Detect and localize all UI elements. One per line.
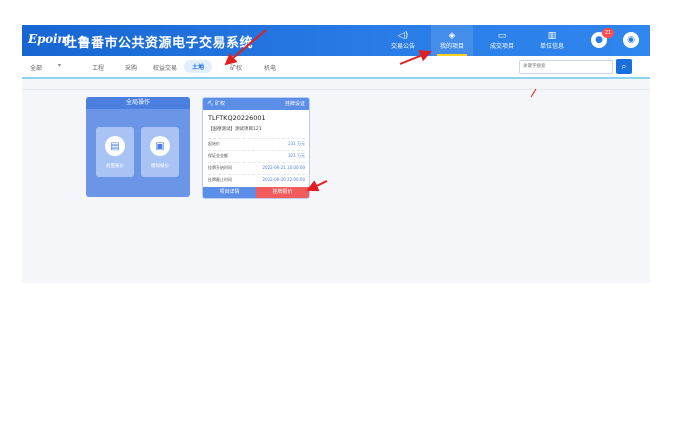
tab-procurement[interactable]: 采购 [125, 63, 137, 72]
info-row-deposit: 保证金金额 321 万元 [208, 150, 305, 159]
simulate-quote-button[interactable]: ▣ 模拟报价 [141, 127, 179, 177]
filter-select[interactable]: 全部 [30, 63, 42, 72]
search-icon: ⌕ [621, 61, 627, 72]
screen-icon: ▭ [497, 31, 507, 41]
nav-unit-info[interactable]: ▥ 单位信息 [531, 25, 573, 56]
project-card: ⛏ 矿权 挂牌设证 TLFTKQ20226001 【国德测试】测试项目121 起… [202, 97, 310, 199]
tab-engineering[interactable]: 工程 [92, 63, 104, 72]
project-type: ⛏ 矿权 [207, 101, 225, 107]
top-header: Epoint 吐鲁番市公共资源电子交易系统 ◁) 交易公告 ◈ 我的项目 ▭ 成… [22, 25, 650, 56]
batch-quote-button[interactable]: ▤ 批量报价 [96, 127, 134, 177]
simulate-quote-icon: ▣ [150, 136, 170, 156]
info-row-listing-end: 挂牌截止时间 2022-06-30 22:00:00 [208, 174, 305, 183]
nav-trade-announcements[interactable]: ◁) 交易公告 [382, 25, 424, 56]
search-box [519, 60, 613, 74]
batch-quote-label: 批量报价 [106, 164, 124, 169]
user-avatar-icon[interactable]: ◉ [623, 32, 639, 48]
site-title: 吐鲁番市公共资源电子交易系统 [64, 36, 254, 51]
project-card-footer: 项目详情 挂牌报价 [203, 187, 309, 198]
project-name: 【国德测试】测试项目121 [208, 127, 262, 132]
tab-mining-rights[interactable]: 矿权 [230, 63, 242, 72]
global-ops-title: 全局操作 [86, 97, 190, 109]
content-divider [22, 89, 650, 90]
project-code: TLFTKQ20226001 [208, 114, 266, 122]
simulate-quote-label: 模拟报价 [151, 164, 169, 169]
category-bar: 全部 ▾ 工程 采购 权益交易 土地 矿权 机电 ⌕ [22, 56, 650, 79]
nav-my-projects[interactable]: ◈ 我的项目 [431, 25, 473, 56]
speaker-icon: ◁) [397, 31, 409, 41]
tab-land[interactable]: 土地 [184, 60, 213, 73]
global-ops-panel: 全局操作 ▤ 批量报价 ▣ 模拟报价 [86, 97, 190, 197]
nav-label: 交易公告 [390, 43, 415, 50]
notification-badge: 21 [602, 28, 614, 38]
project-status: 挂牌设证 [284, 101, 305, 107]
chevron-down-icon[interactable]: ▾ [58, 62, 61, 69]
tab-electromechanical[interactable]: 机电 [264, 63, 276, 72]
nav-label: 单位信息 [539, 43, 564, 50]
search-button[interactable]: ⌕ [616, 59, 632, 74]
building-icon: ▥ [547, 31, 557, 41]
tab-equity-trade[interactable]: 权益交易 [153, 63, 177, 72]
pickaxe-icon: ⛏ [207, 101, 214, 107]
info-row-start-price: 起始价 231 万元 [208, 138, 305, 147]
nav-label: 我的项目 [439, 43, 464, 50]
search-input[interactable] [520, 61, 603, 72]
app-window: Epoint 吐鲁番市公共资源电子交易系统 ◁) 交易公告 ◈ 我的项目 ▭ 成… [22, 25, 650, 283]
info-row-listing-start: 挂牌开始时间 2022-06-21 10:00:00 [208, 162, 305, 171]
project-detail-button[interactable]: 项目详情 [203, 187, 256, 198]
nav-label: 成交项目 [489, 43, 514, 50]
batch-quote-icon: ▤ [105, 136, 125, 156]
layers-icon: ◈ [448, 31, 456, 41]
nav-deal-projects[interactable]: ▭ 成交项目 [481, 25, 523, 56]
project-card-header: ⛏ 矿权 挂牌设证 [203, 98, 309, 110]
listing-bid-button[interactable]: 挂牌报价 [256, 187, 309, 198]
